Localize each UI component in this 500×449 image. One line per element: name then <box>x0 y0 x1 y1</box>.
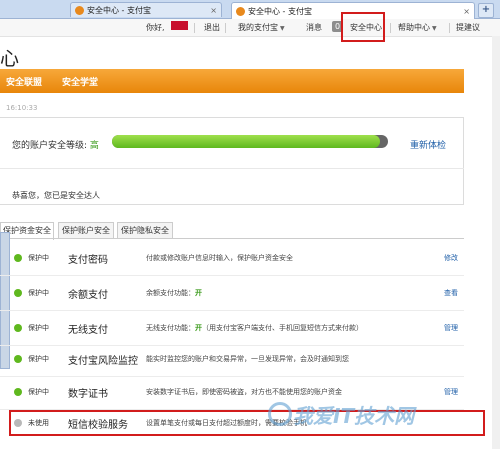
recheck-link[interactable]: 重新体检 <box>410 138 446 151</box>
status-text: 保护中 <box>28 254 49 262</box>
browser-tab-1[interactable]: 安全中心 - 支付宝 × <box>70 2 222 17</box>
page-title: 心 <box>0 48 20 70</box>
watermark-text: 我爱IT技术网 <box>293 404 415 428</box>
logout-link[interactable]: 退出 <box>204 22 220 33</box>
alipay-shield-icon <box>75 5 84 15</box>
nav-divider <box>390 23 391 33</box>
status-dot-icon <box>14 324 22 332</box>
on-state: 开 <box>195 289 202 297</box>
status-text: 保护中 <box>28 355 49 363</box>
service-name: 支付密码 <box>68 255 108 266</box>
modify-link[interactable]: 修改 <box>444 253 458 263</box>
timestamp-text: 16:10:33 <box>6 104 38 112</box>
service-desc: 余额支付功能：开 <box>146 288 202 298</box>
close-icon[interactable]: × <box>210 6 217 15</box>
highlight-box <box>341 12 385 42</box>
my-alipay-menu[interactable]: 我的支付宝 ▼ <box>238 22 285 33</box>
suggest-link[interactable]: 提建议 <box>456 22 480 33</box>
browser-tab-label: 安全中心 - 支付宝 <box>87 5 151 15</box>
manage-link[interactable]: 管理 <box>444 387 458 397</box>
service-name: 数字证书 <box>68 389 108 400</box>
my-alipay-label: 我的支付宝 <box>238 23 278 32</box>
help-center-label: 帮助中心 <box>398 23 430 32</box>
service-name: 支付宝风险监控 <box>68 356 138 367</box>
service-desc: 无线支付功能：开（用支付宝客户端支付、手机回复短信方式来付款） <box>146 323 363 333</box>
security-level-value: 高 <box>89 141 99 151</box>
new-tab-button[interactable]: + <box>478 3 494 18</box>
greeting-text: 你好, <box>146 23 165 32</box>
nav-divider <box>449 23 450 33</box>
service-name: 余额支付 <box>68 290 108 301</box>
nav-divider <box>194 23 195 33</box>
congrats-text: 恭喜您，您已是安全达人 <box>12 191 100 200</box>
tab-protect-privacy[interactable]: 保护隐私安全 <box>117 222 173 239</box>
nav-divider <box>225 23 226 33</box>
status-dot-icon <box>14 254 22 262</box>
manage-link[interactable]: 管理 <box>444 323 458 333</box>
service-desc: 付款或修改账户信息时输入，保护账户资金安全 <box>146 254 293 262</box>
security-progress-fill <box>112 135 380 148</box>
view-link[interactable]: 查看 <box>444 288 458 298</box>
list-item: 保护中 支付密码 付款或修改账户信息时输入，保护账户资金安全 修改 <box>0 241 464 276</box>
divider <box>0 168 464 169</box>
status-dot-icon <box>14 289 22 297</box>
tab-protect-account[interactable]: 保护账户安全 <box>58 222 114 239</box>
security-level-caption: 您的账户安全等级: <box>12 141 88 151</box>
desc-text: 余额支付功能： <box>146 289 195 297</box>
status-text: 保护中 <box>28 324 49 332</box>
status-text: 保护中 <box>28 289 49 297</box>
chevron-down-icon: ▼ <box>432 25 437 32</box>
service-desc: 安装数字证书后，即使密码被盗，对方也不能使用您的账户资金 <box>146 388 342 396</box>
desc-text: （用支付宝客户端支付、手机回复短信方式来付款） <box>202 324 363 332</box>
help-center-menu[interactable]: 帮助中心 ▼ <box>398 22 437 33</box>
status-dot-icon <box>14 388 22 396</box>
menu-item-security-school[interactable]: 安全学堂 <box>62 75 98 88</box>
service-name: 无线支付 <box>68 325 108 336</box>
list-item: 保护中 余额支付 余额支付功能：开 查看 <box>0 276 464 311</box>
status-dot-icon <box>14 355 22 363</box>
message-link[interactable]: 消息 <box>306 22 322 33</box>
on-state: 开 <box>195 324 202 332</box>
scrollbar[interactable] <box>492 36 500 449</box>
list-item: 保护中 无线支付 无线支付功能：开（用支付宝客户端支付、手机回复短信方式来付款）… <box>0 311 464 346</box>
alipay-shield-icon <box>236 6 245 16</box>
username-redacted <box>171 21 188 30</box>
close-icon[interactable]: × <box>463 7 470 16</box>
watermark-logo-icon <box>268 402 292 426</box>
menu-item-security-alliance[interactable]: 安全联盟 <box>6 75 42 88</box>
status-text: 保护中 <box>28 388 49 396</box>
chevron-down-icon: ▼ <box>280 25 285 32</box>
security-level-label: 您的账户安全等级: 高 <box>12 138 99 151</box>
desc-text: 无线支付功能： <box>146 324 195 332</box>
tab-underline <box>0 238 464 239</box>
service-desc: 能实时监控您的账户和交易异常，一旦发现异常，会及时通知到您 <box>146 355 349 363</box>
list-item: 保护中 支付宝风险监控 能实时监控您的账户和交易异常，一旦发现异常，会及时通知到… <box>0 342 464 377</box>
